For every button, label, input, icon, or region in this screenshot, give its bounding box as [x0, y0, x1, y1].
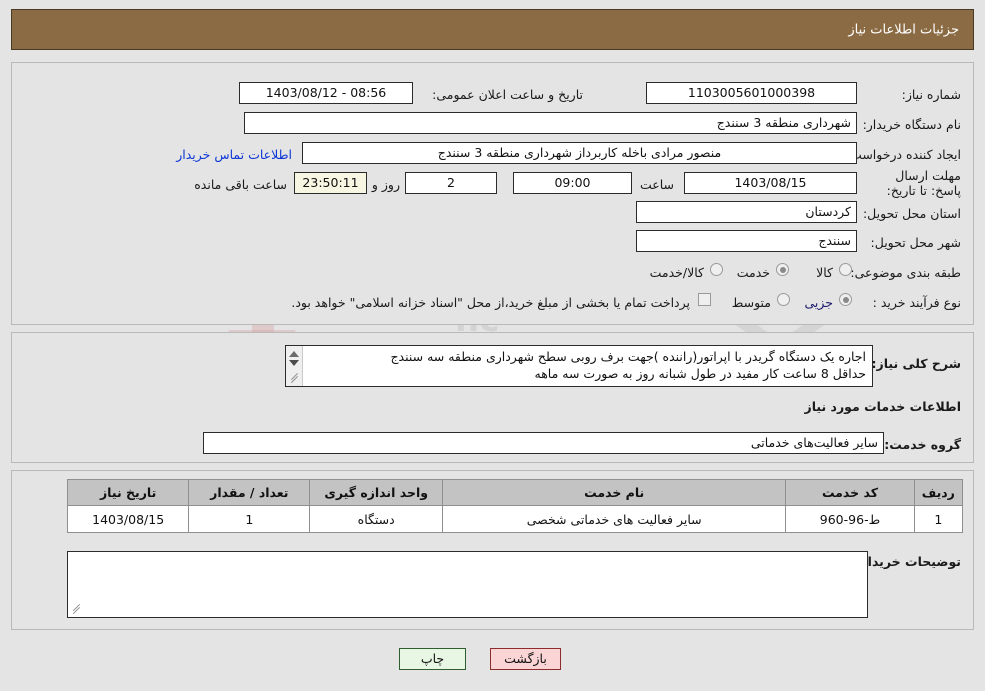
- resize-grip-icon[interactable]: [288, 372, 299, 385]
- radio-category-goods-service[interactable]: [710, 263, 723, 276]
- need-details-page: W AriaTender.net nc جزئیات اطلاعات نیاز …: [0, 0, 985, 691]
- checkbox-treasury-documents[interactable]: [698, 293, 711, 306]
- need-summary-panel: شماره نیاز: 1103005601000398 تاریخ و ساع…: [11, 62, 974, 325]
- treasury-note-text: پرداخت تمام یا بخشی از مبلغ خرید،از محل …: [291, 295, 690, 310]
- scroll-up-icon[interactable]: [289, 351, 299, 357]
- radio-category-service[interactable]: [776, 263, 789, 276]
- deadline-hour-label: ساعت: [639, 177, 674, 192]
- radio-process-minor-label: جزیی: [804, 295, 833, 310]
- city-value: سنندج: [636, 230, 857, 252]
- announcement-datetime-label: تاریخ و ساعت اعلان عمومی:: [432, 87, 583, 102]
- need-description-label: شرح کلی نیاز:: [871, 356, 961, 371]
- deadline-time-value: 09:00: [513, 172, 632, 194]
- buyer-contact-link[interactable]: اطلاعات تماس خریدار: [176, 147, 292, 162]
- cell-unit: دستگاه: [309, 505, 444, 533]
- category-label: طبقه بندی موضوعی:: [850, 265, 961, 280]
- remaining-hours-label: ساعت باقی مانده: [194, 177, 287, 192]
- services-table-panel: ردیف کد خدمت نام خدمت واحد اندازه گیری ت…: [11, 470, 974, 630]
- col-quantity: تعداد / مقدار: [188, 479, 311, 506]
- need-description-textarea[interactable]: اجاره یک دستگاه گریدر با اپراتور(راننده …: [285, 345, 873, 387]
- buyer-notes-textarea[interactable]: [67, 551, 868, 618]
- deadline-date-value: 1403/08/15: [684, 172, 857, 194]
- need-description-panel: شرح کلی نیاز: اجاره یک دستگاه گریدر با ا…: [11, 332, 974, 463]
- radio-process-medium-label: متوسط: [731, 295, 771, 310]
- process-type-label: نوع فرآیند خرید :: [872, 295, 961, 310]
- page-header: جزئیات اطلاعات نیاز: [11, 9, 974, 50]
- table-row: 1 ط-96-960 سایر فعالیت های خدماتی شخصی د…: [66, 505, 964, 533]
- radio-process-minor[interactable]: [839, 293, 852, 306]
- print-button[interactable]: چاپ: [399, 648, 466, 670]
- need-number-label: شماره نیاز:: [901, 87, 961, 102]
- cell-quantity: 1: [188, 505, 311, 533]
- city-label: شهر محل تحویل:: [870, 235, 961, 250]
- requester-label: ایجاد کننده درخواست:: [845, 147, 961, 162]
- page-title: جزئیات اطلاعات نیاز: [848, 22, 959, 37]
- cell-need-date: 1403/08/15: [66, 505, 190, 533]
- buyer-notes-label: توضیحات خریدار:: [855, 554, 961, 569]
- province-label: استان محل تحویل:: [862, 206, 961, 221]
- services-section-heading: اطلاعات خدمات مورد نیاز: [804, 399, 962, 414]
- need-number-value: 1103005601000398: [646, 82, 857, 104]
- announcement-datetime-value: 08:56 - 1403/08/12: [239, 82, 413, 104]
- service-group-value: سایر فعالیت‌های خدماتی: [203, 432, 884, 454]
- radio-category-goods-service-label: کالا/خدمت: [649, 265, 704, 280]
- radio-category-goods-label: کالا: [816, 265, 833, 280]
- need-description-value: اجاره یک دستگاه گریدر با اپراتور(راننده …: [390, 349, 866, 381]
- col-unit: واحد اندازه گیری: [309, 479, 444, 506]
- days-remaining-value: 2: [405, 172, 497, 194]
- col-service-name: نام خدمت: [442, 479, 787, 506]
- radio-category-goods[interactable]: [839, 263, 852, 276]
- service-group-label: گروه خدمت:: [884, 437, 961, 452]
- buyer-org-label: نام دستگاه خریدار:: [862, 117, 961, 132]
- back-button[interactable]: بازگشت: [490, 648, 561, 670]
- countdown-timer-value: 23:50:11: [294, 172, 367, 194]
- radio-process-medium[interactable]: [777, 293, 790, 306]
- scroll-down-icon[interactable]: [289, 360, 299, 366]
- province-value: کردستان: [636, 201, 857, 223]
- cell-row-no: 1: [913, 505, 964, 533]
- days-separator-label: روز و: [371, 177, 400, 192]
- cell-service-code: ط-96-960: [785, 505, 915, 533]
- deadline-label: مهلت ارسال پاسخ: تا تاریخ:: [886, 168, 961, 198]
- requester-value: منصور مرادی باخله کاربرداز شهرداری منطقه…: [302, 142, 857, 164]
- col-need-date: تاریخ نیاز: [66, 479, 190, 506]
- services-table: ردیف کد خدمت نام خدمت واحد اندازه گیری ت…: [66, 479, 964, 533]
- buyer-notes-resize-grip-icon[interactable]: [70, 603, 81, 616]
- col-service-code: کد خدمت: [785, 479, 915, 506]
- radio-category-service-label: خدمت: [736, 265, 770, 280]
- col-row-no: ردیف: [913, 479, 964, 506]
- cell-service-name: سایر فعالیت های خدماتی شخصی: [442, 505, 787, 533]
- table-header-row: ردیف کد خدمت نام خدمت واحد اندازه گیری ت…: [66, 479, 964, 506]
- buyer-org-value: شهرداری منطقه 3 سنندج: [244, 112, 857, 134]
